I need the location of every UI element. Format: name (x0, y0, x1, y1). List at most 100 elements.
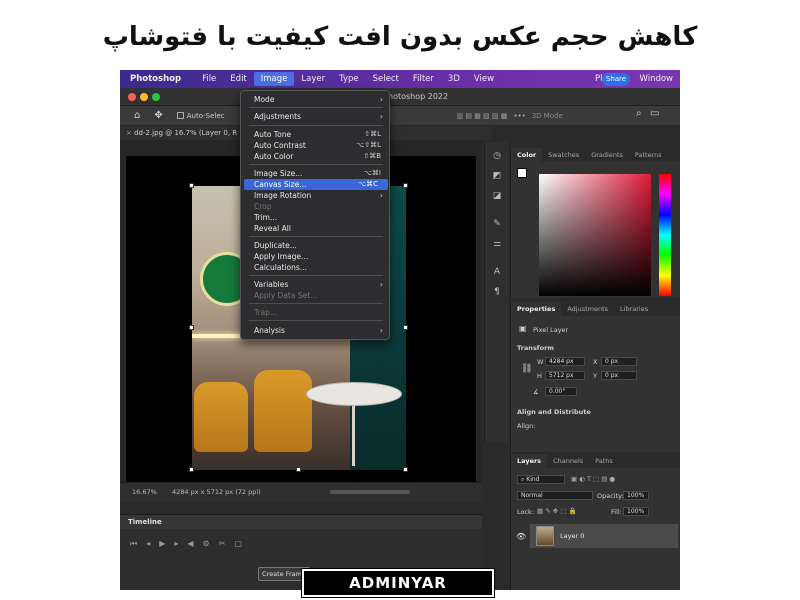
properties-icon[interactable]: ◪ (491, 190, 503, 202)
height-field[interactable]: 5712 px (545, 371, 585, 380)
move-tool-icon[interactable]: ✥ (154, 110, 162, 121)
menu-window[interactable]: Window (632, 72, 680, 86)
layer-kind-filter[interactable]: ⌕ Kind (517, 475, 565, 484)
angle-field[interactable]: 0.00° (545, 387, 577, 396)
tab-gradients[interactable]: Gradients (585, 148, 629, 162)
link-dimensions-icon[interactable]: ⛓ (521, 364, 532, 374)
home-icon[interactable]: ⌂ (134, 110, 140, 121)
tab-swatches[interactable]: Swatches (542, 148, 585, 162)
y-label: Y (593, 372, 597, 380)
menu-select[interactable]: Select (366, 72, 406, 86)
layer-name: Layer 0 (560, 532, 585, 540)
menu-item-auto-contrast[interactable]: Auto Contrast ⌥⇧⌘L (241, 140, 391, 151)
menu-item-duplicate[interactable]: Duplicate... (241, 240, 391, 251)
close-window-icon[interactable] (128, 93, 136, 101)
menu-item-label: Apply Data Set... (254, 291, 318, 300)
transform-handle[interactable] (403, 183, 408, 188)
document-info: 4284 px x 5712 px (72 ppi) (172, 488, 261, 496)
menu-item-canvas-size[interactable]: Canvas Size... ⌥⌘C (244, 179, 388, 190)
menu-item-image-rotation[interactable]: Image Rotation › (241, 190, 391, 201)
chevron-right-icon: › (379, 191, 383, 200)
blend-mode-select[interactable]: Normal (517, 491, 593, 500)
transform-handle[interactable] (296, 467, 301, 472)
menu-image[interactable]: Image (253, 72, 295, 86)
menu-item-trim[interactable]: Trim... (241, 212, 391, 223)
menu-item-label: Image Rotation (254, 191, 312, 200)
menu-edit[interactable]: Edit (223, 72, 253, 86)
tab-libraries[interactable]: Libraries (614, 302, 654, 316)
menu-item-reveal-all[interactable]: Reveal All (241, 223, 391, 234)
adjustments-icon[interactable]: ⚌ (491, 238, 503, 250)
paragraph-icon[interactable]: ¶ (491, 286, 503, 298)
menubar-app-name[interactable]: Photoshop (130, 74, 181, 84)
tab-properties[interactable]: Properties (511, 302, 562, 316)
auto-select-checkbox[interactable] (176, 112, 184, 119)
zoom-level[interactable]: 16.67% (132, 488, 157, 496)
tab-patterns[interactable]: Patterns (629, 148, 668, 162)
menu-view[interactable]: View (467, 72, 501, 86)
transform-handle[interactable] (189, 467, 194, 472)
playback-controls-icon[interactable]: ⏮◂▶▸◀⚙✂▢ (130, 539, 251, 549)
minimize-window-icon[interactable] (140, 93, 148, 101)
menu-item-label: Reveal All (254, 224, 291, 233)
menu-item-label: Auto Color (254, 152, 294, 161)
comments-icon[interactable]: ◩ (491, 170, 503, 182)
menu-item-auto-color[interactable]: Auto Color ⇧⌘B (241, 151, 391, 162)
menu-item-auto-tone[interactable]: Auto Tone ⇧⌘L (241, 129, 391, 140)
transform-handle[interactable] (403, 467, 408, 472)
brush-settings-icon[interactable]: ✎ (491, 218, 503, 230)
horizontal-scrollbar[interactable] (330, 490, 410, 494)
menu-item-calculations[interactable]: Calculations... (241, 262, 391, 273)
lock-icons[interactable]: ▦ ✎ ✥ ⬚ 🔒 (537, 507, 577, 515)
color-picker-field[interactable] (539, 174, 651, 296)
menu-type[interactable]: Type (332, 72, 366, 86)
menu-item-label: Auto Contrast (254, 141, 306, 150)
menu-separator (249, 303, 383, 304)
tab-layers[interactable]: Layers (511, 454, 548, 468)
menu-item-apply-image[interactable]: Apply Image... (241, 251, 391, 262)
menu-layer[interactable]: Layer (294, 72, 332, 86)
share-button[interactable]: Share (602, 73, 630, 86)
image-menu-dropdown: Mode › Adjustments › Auto Tone ⇧⌘L Auto Con… (240, 90, 390, 340)
hue-slider[interactable] (659, 174, 671, 296)
menu-item-image-size[interactable]: Image Size... ⌥⌘I (241, 168, 391, 179)
x-field[interactable]: 0 px (601, 357, 637, 366)
pixel-layer-icon: ▣ (519, 324, 527, 333)
more-options-icon[interactable]: ••• (513, 112, 525, 120)
tab-color[interactable]: Color (511, 148, 543, 162)
transform-handle[interactable] (403, 325, 408, 330)
menu-3d[interactable]: 3D (441, 72, 467, 86)
fill-field[interactable]: 100% (623, 507, 649, 516)
y-field[interactable]: 0 px (601, 371, 637, 380)
tab-channels[interactable]: Channels (547, 454, 589, 468)
menu-item-adjustments[interactable]: Adjustments › (241, 111, 391, 122)
transform-handle[interactable] (189, 325, 194, 330)
menu-item-trap: Trap... (241, 307, 391, 318)
menu-item-mode[interactable]: Mode › (241, 94, 391, 105)
photo-table-leg (352, 406, 355, 466)
menu-item-variables[interactable]: Variables › (241, 279, 391, 290)
layer-thumbnail (536, 526, 554, 546)
layer-row[interactable]: Layer 0 (530, 524, 678, 548)
tab-adjustments[interactable]: Adjustments (561, 302, 614, 316)
foreground-color-swatch[interactable] (517, 168, 527, 178)
menu-filter[interactable]: Filter (406, 72, 441, 86)
align-icons[interactable]: ▥ ▤ ▦ ▧ ▨ ▩ (457, 112, 508, 120)
search-icon[interactable]: ⌕ (636, 108, 642, 119)
width-field[interactable]: 4284 px (545, 357, 585, 366)
menu-item-label: Crop (254, 202, 272, 211)
workspace-icon[interactable]: ▭ (650, 108, 659, 119)
transform-handle[interactable] (189, 183, 194, 188)
layer-visibility-eye-icon[interactable]: 👁 (516, 532, 526, 541)
tab-paths[interactable]: Paths (589, 454, 619, 468)
layer-filter-icons[interactable]: ▣ ◐ T ⬚ ▤ ● (571, 475, 615, 483)
menu-shortcut: ⇧⌘L (364, 130, 381, 138)
menu-item-analysis[interactable]: Analysis › (241, 325, 391, 336)
height-label: H (537, 372, 542, 380)
menu-file[interactable]: File (195, 72, 223, 86)
opacity-field[interactable]: 100% (623, 491, 649, 500)
history-icon[interactable]: ◷ (491, 150, 503, 162)
zoom-window-icon[interactable] (152, 93, 160, 101)
mac-menubar: Photoshop File Edit Image Layer Type Sel… (120, 70, 680, 88)
character-icon[interactable]: A (491, 266, 503, 278)
